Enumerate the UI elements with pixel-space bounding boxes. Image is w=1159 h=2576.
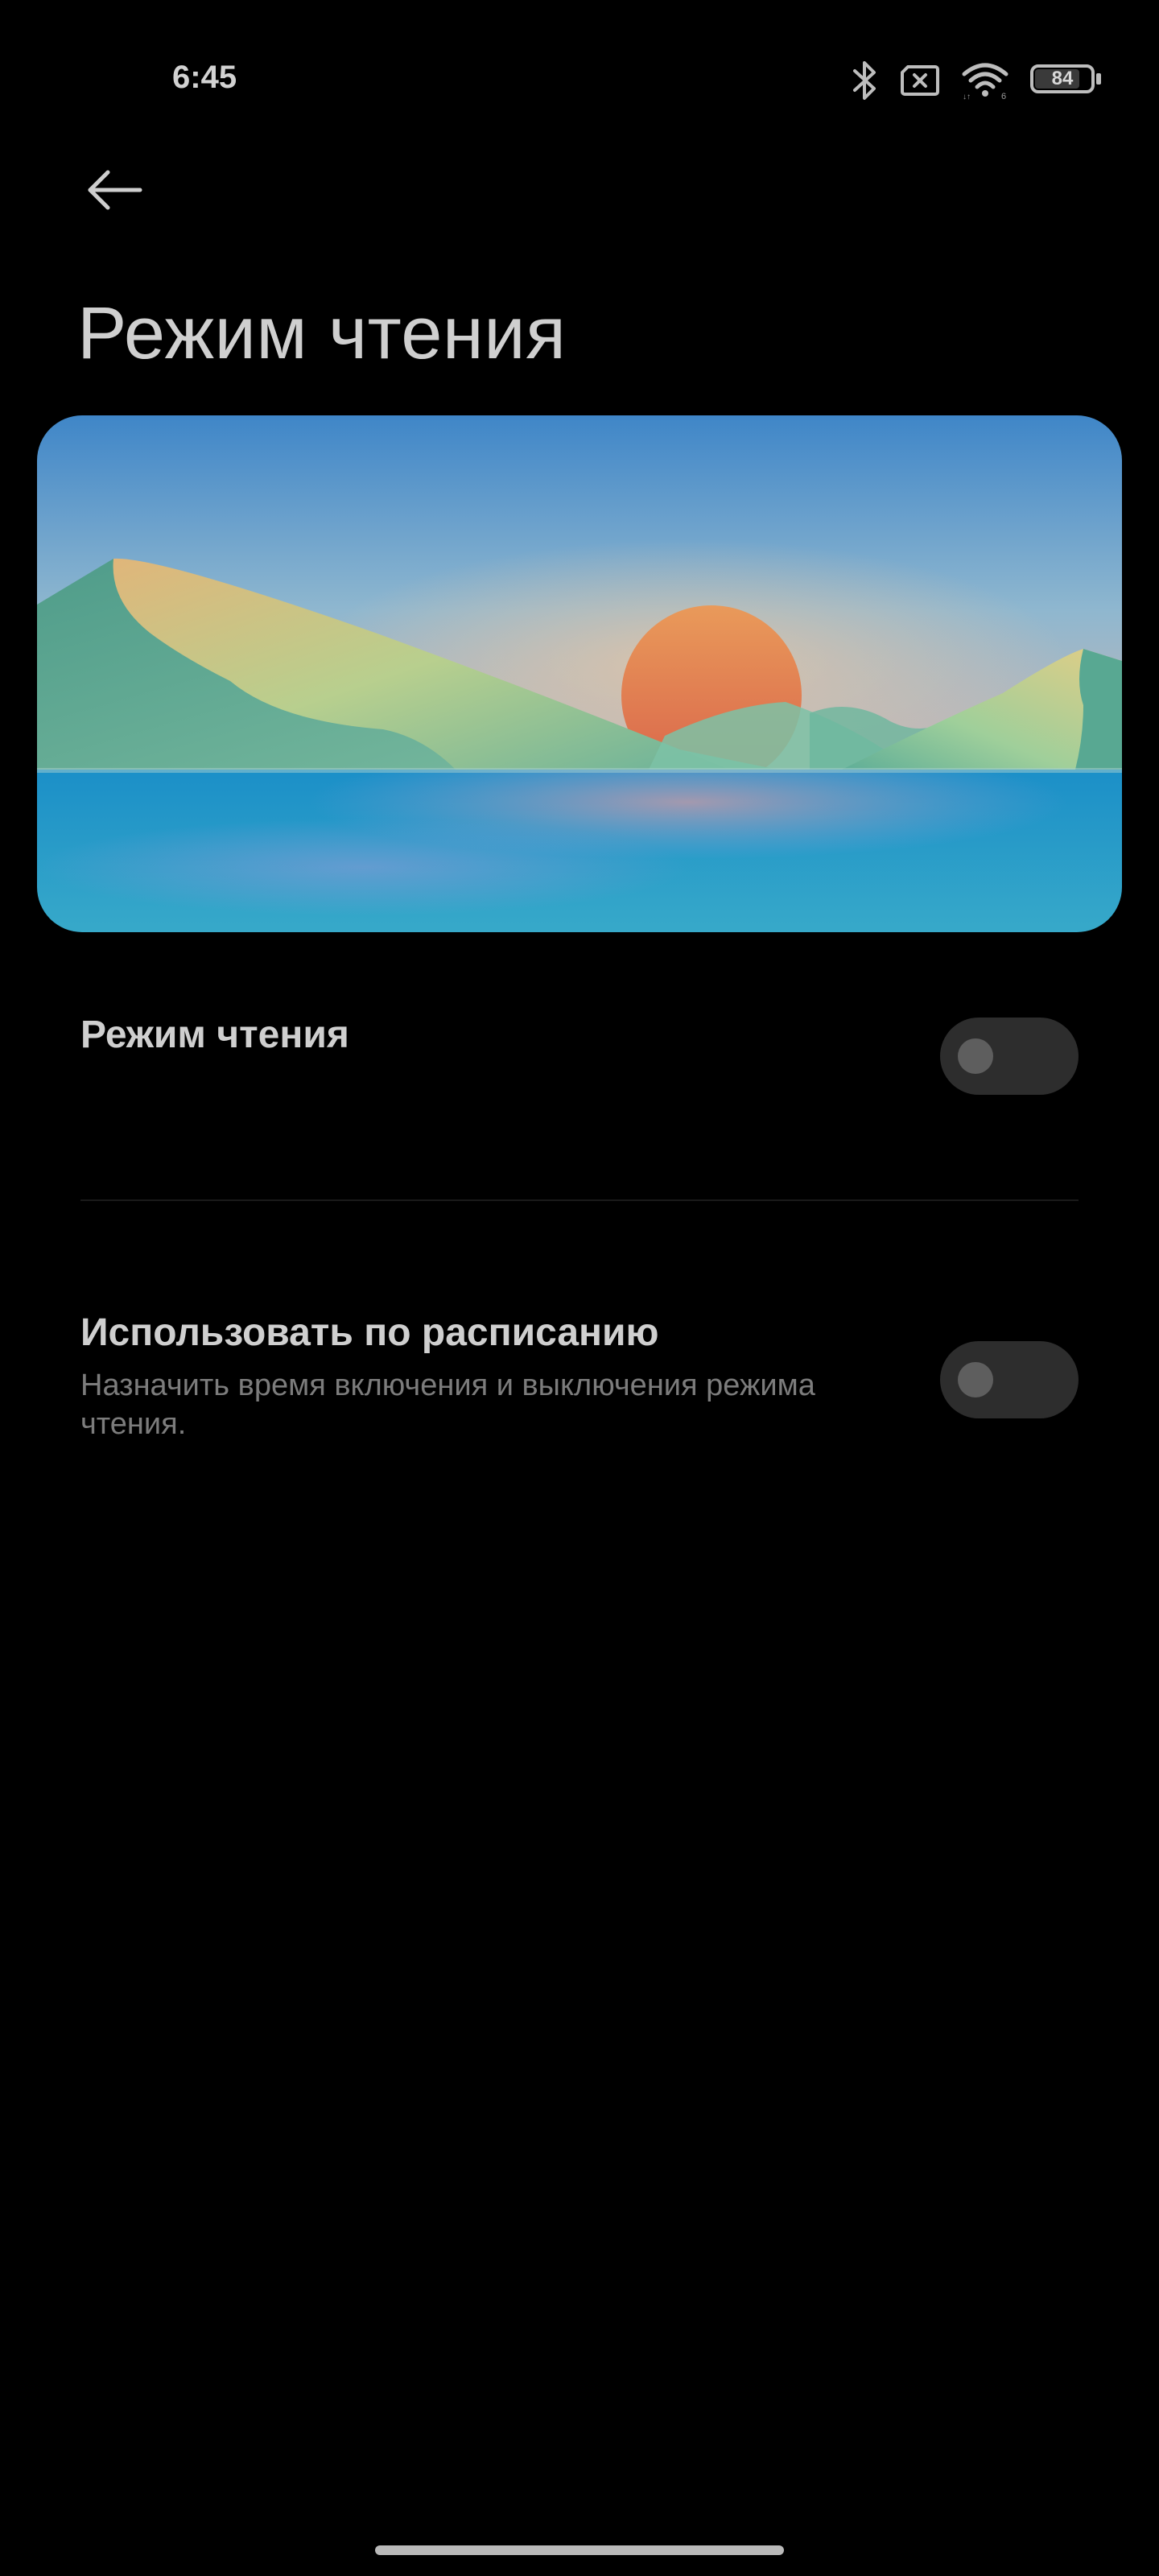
setting-schedule-title: Использовать по расписанию xyxy=(80,1311,659,1354)
toggle-knob xyxy=(958,1038,993,1074)
status-icons: ↓↑ 6 84 xyxy=(852,58,1103,103)
bluetooth-icon xyxy=(852,60,879,101)
arrow-left-icon xyxy=(85,169,143,215)
battery-icon: 84 xyxy=(1030,64,1103,97)
setting-schedule-subtitle: Назначить время включения и выключения р… xyxy=(80,1368,815,1441)
svg-text:6: 6 xyxy=(1001,92,1006,100)
status-time: 6:45 xyxy=(172,60,237,95)
reading-mode-toggle[interactable] xyxy=(940,1018,1079,1095)
battery-level: 84 xyxy=(1051,68,1074,89)
setting-reading-mode-title: Режим чтения xyxy=(80,1013,349,1056)
hero-illustration xyxy=(37,415,1122,932)
svg-text:↓↑: ↓↑ xyxy=(963,93,971,100)
status-bar: 6:45 ↓↑ 6 84 xyxy=(0,0,1159,161)
setting-reading-mode[interactable]: Режим чтения xyxy=(80,1013,1079,1057)
home-indicator[interactable] xyxy=(375,2545,784,2555)
page-title: Режим чтения xyxy=(77,292,567,374)
toggle-knob xyxy=(958,1362,993,1397)
divider xyxy=(80,1199,1079,1201)
schedule-toggle[interactable] xyxy=(940,1341,1079,1418)
back-button[interactable] xyxy=(77,158,151,225)
setting-schedule[interactable]: Использовать по расписанию Назначить вре… xyxy=(80,1311,1079,1443)
sim-no-signal-icon xyxy=(900,64,940,97)
wifi-icon: ↓↑ 6 xyxy=(961,61,1009,100)
